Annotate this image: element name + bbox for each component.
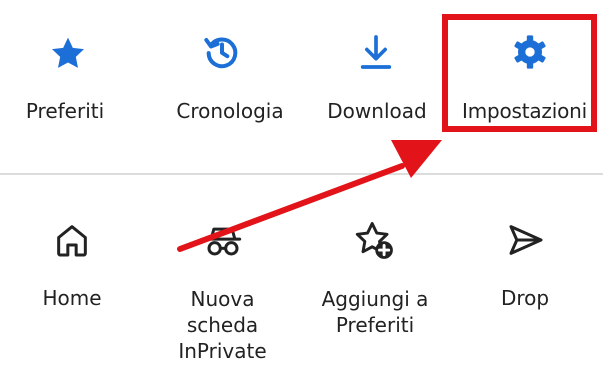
label-line: InPrivate	[178, 339, 267, 363]
gear-icon	[514, 35, 546, 69]
add-favorite-icon	[355, 222, 393, 259]
history-icon	[204, 37, 238, 69]
menu-item-impostazioni[interactable]: Impostazioni	[450, 20, 603, 140]
menu-item-drop[interactable]: Drop	[450, 215, 603, 365]
label-line: Nuova	[190, 287, 255, 311]
label-line: Preferiti	[335, 313, 415, 337]
home-icon	[57, 225, 87, 257]
menu-item-label: Nuova scheda InPrivate	[150, 286, 295, 364]
menu-item-home[interactable]: Home	[0, 215, 150, 365]
inprivate-icon	[204, 227, 242, 256]
menu-item-cronologia[interactable]: Cronologia	[150, 20, 300, 140]
menu-item-label: Preferiti	[25, 99, 105, 123]
menu-item-inprivate[interactable]: Nuova scheda InPrivate	[150, 215, 300, 365]
menu-item-aggiungi-preferiti[interactable]: Aggiungi a Preferiti	[300, 215, 450, 365]
star-icon	[52, 37, 84, 68]
download-icon	[360, 35, 392, 69]
menu-item-preferiti[interactable]: Preferiti	[0, 20, 150, 140]
menu-item-label: Home	[42, 286, 102, 310]
label-line: Aggiungi a	[321, 287, 429, 311]
menu-item-download[interactable]: Download	[300, 20, 450, 140]
menu-item-label: Impostazioni	[462, 99, 587, 123]
section-divider	[0, 173, 603, 175]
menu-item-label: Aggiungi a Preferiti	[300, 286, 450, 338]
label-line: scheda	[186, 313, 259, 337]
send-icon	[509, 225, 543, 255]
menu-item-label: Download	[327, 99, 427, 123]
menu-item-label: Drop	[500, 286, 550, 310]
menu-item-label: Cronologia	[176, 99, 284, 123]
